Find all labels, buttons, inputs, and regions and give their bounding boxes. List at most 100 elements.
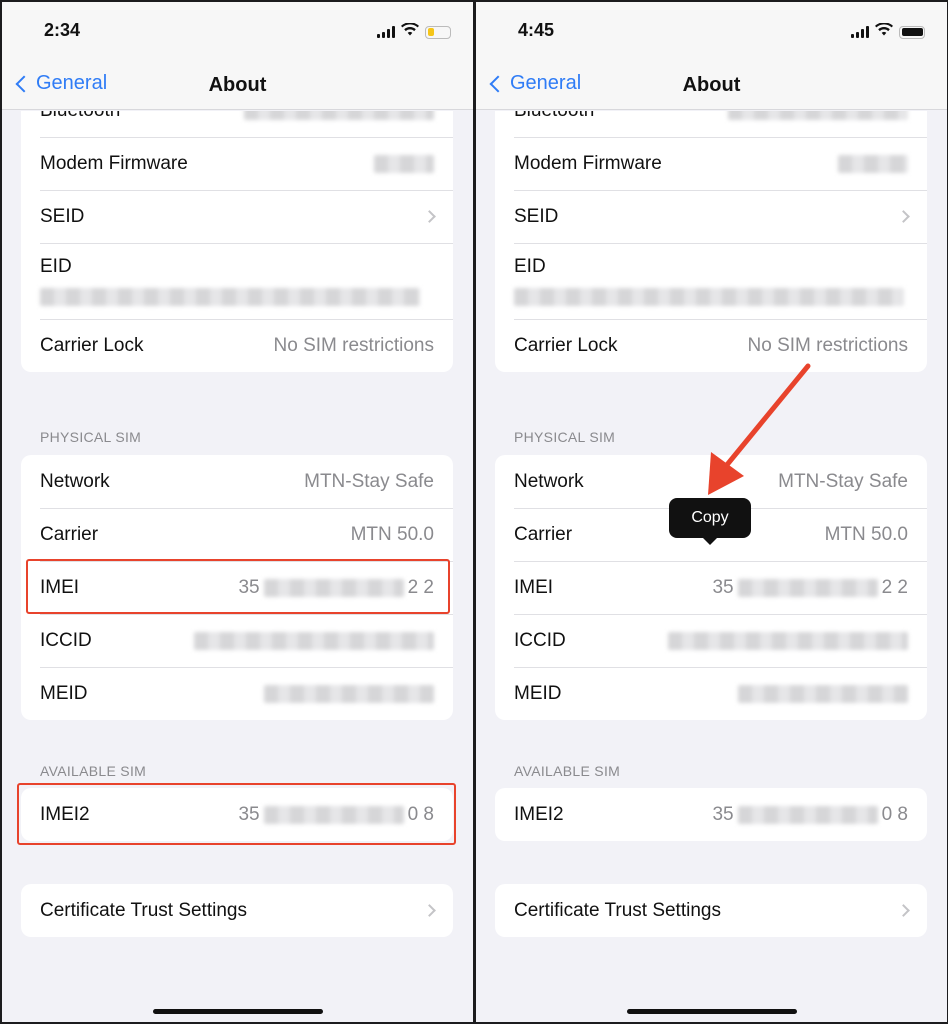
row-label: EID	[40, 256, 72, 277]
redacted-value	[40, 288, 420, 306]
screenshot-before: 2:34 GeneralAboutBluetooth Modem Firmware S…	[2, 2, 473, 1022]
section-header-physical-sim: PHYSICAL SIM	[514, 429, 616, 445]
row-label: SEID	[514, 205, 559, 227]
row-label: IMEI2	[514, 803, 564, 825]
redacted-value	[668, 631, 908, 650]
page-title: About	[682, 74, 741, 96]
row-carrier-lock[interactable]: Carrier Lock No SIM restrictions	[495, 319, 927, 372]
row-value: No SIM restrictions	[747, 334, 908, 356]
redacted-value	[244, 111, 434, 120]
battery-icon	[899, 25, 925, 39]
value-prefix: 35	[712, 803, 734, 825]
certificate-trust-settings-row[interactable]: Certificate Trust Settings	[21, 884, 453, 937]
row-iccid[interactable]: ICCID	[495, 614, 927, 667]
section-header-available-sim: AVAILABLE SIM	[40, 763, 147, 779]
row-iccid[interactable]: ICCID	[21, 614, 453, 667]
wifi-icon	[401, 22, 419, 41]
row-value	[194, 631, 434, 650]
redacted-value	[374, 154, 434, 173]
row-seid[interactable]: SEID	[495, 190, 927, 243]
home-indicator[interactable]	[152, 1009, 323, 1014]
row-bluetooth[interactable]: Bluetooth	[495, 111, 927, 137]
imei2-highlight-box	[17, 783, 456, 845]
row-label: ICCID	[514, 629, 566, 651]
status-bar: 4:45	[476, 2, 947, 62]
row-modem-firmware[interactable]: Modem Firmware	[495, 137, 927, 190]
row-label: Network	[40, 470, 110, 492]
row-label: Bluetooth	[40, 111, 120, 122]
row-value: MTN 50.0	[824, 523, 908, 545]
row-label: Modem Firmware	[514, 152, 662, 174]
certificate-trust-settings-row[interactable]: Certificate Trust Settings	[495, 884, 927, 937]
chevron-right-icon	[897, 904, 910, 917]
redacted-value	[838, 154, 908, 173]
status-icons	[377, 22, 451, 41]
settings-list[interactable]: Bluetooth Modem Firmware SEID EID Carrier Lo…	[476, 111, 947, 1022]
redacted-value	[737, 578, 878, 597]
chevron-right-icon	[897, 210, 910, 223]
status-bar: 2:34	[2, 2, 473, 62]
row-value	[728, 111, 908, 120]
row-label: Carrier	[40, 523, 99, 545]
redacted-value	[514, 288, 904, 306]
row-label: Carrier	[514, 523, 573, 545]
row-value: No SIM restrictions	[273, 334, 434, 356]
row-value	[244, 111, 434, 120]
certificate-card: Certificate Trust Settings	[495, 884, 927, 937]
row-label: Bluetooth	[514, 111, 594, 122]
cellular-signal-icon	[851, 26, 869, 38]
row-label: MEID	[514, 682, 562, 704]
row-imei[interactable]: IMEI 35 2 2	[495, 561, 927, 614]
device-info-card: Bluetooth Modem Firmware SEID EID Carrier Lo…	[21, 111, 453, 372]
row-carrier[interactable]: Carrier MTN 50.0	[21, 508, 453, 561]
row-value: 35 2 2	[712, 577, 908, 599]
row-seid[interactable]: SEID	[21, 190, 453, 243]
row-modem-firmware[interactable]: Modem Firmware	[21, 137, 453, 190]
row-value	[514, 288, 904, 306]
row-value	[668, 631, 908, 650]
device-info-card: Bluetooth Modem Firmware SEID EID Carrier Lo…	[495, 111, 927, 372]
certificate-card: Certificate Trust Settings	[21, 884, 453, 937]
available-sim-card: IMEI2 35 0 8	[495, 788, 927, 841]
row-label: MEID	[40, 682, 88, 704]
redacted-value	[737, 805, 878, 824]
row-value	[374, 154, 434, 173]
row-value	[738, 684, 908, 703]
redacted-value	[194, 631, 434, 650]
row-label: Carrier Lock	[40, 334, 144, 356]
section-header-physical-sim: PHYSICAL SIM	[40, 429, 142, 445]
chevron-right-icon	[423, 210, 436, 223]
row-label: ICCID	[40, 629, 92, 651]
row-network[interactable]: Network MTN-Stay Safe	[21, 455, 453, 508]
row-value	[264, 684, 434, 703]
screenshot-after: 4:45 GeneralAboutBluetooth Modem Firmware S…	[476, 2, 947, 1022]
value-suffix: 0 8	[881, 803, 908, 825]
redacted-value	[728, 111, 908, 120]
navigation-bar: General About	[476, 62, 947, 110]
row-carrier-lock[interactable]: Carrier Lock No SIM restrictions	[21, 319, 453, 372]
cellular-signal-icon	[377, 26, 395, 38]
value-prefix: 35	[712, 576, 734, 598]
copy-tooltip[interactable]: Copy	[669, 498, 751, 545]
row-label: IMEI	[514, 576, 554, 598]
row-label: Modem Firmware	[40, 152, 188, 174]
row-value	[838, 154, 908, 173]
row-bluetooth[interactable]: Bluetooth	[21, 111, 453, 137]
row-eid[interactable]: EID	[21, 243, 453, 319]
navigation-bar: General About	[2, 62, 473, 110]
row-value: 35 0 8	[712, 804, 908, 826]
row-eid[interactable]: EID	[495, 243, 927, 319]
status-time: 4:45	[518, 20, 555, 40]
row-value: MTN-Stay Safe	[778, 470, 908, 492]
row-meid[interactable]: MEID	[21, 667, 453, 720]
row-imei2[interactable]: IMEI2 35 0 8	[495, 788, 927, 841]
page-title: About	[208, 74, 267, 96]
row-label: Certificate Trust Settings	[514, 899, 721, 921]
redacted-value	[738, 684, 908, 703]
row-label: EID	[514, 256, 546, 277]
home-indicator[interactable]	[626, 1009, 797, 1014]
row-meid[interactable]: MEID	[495, 667, 927, 720]
redacted-value	[264, 684, 434, 703]
status-time: 2:34	[44, 20, 81, 40]
section-header-available-sim: AVAILABLE SIM	[514, 763, 621, 779]
